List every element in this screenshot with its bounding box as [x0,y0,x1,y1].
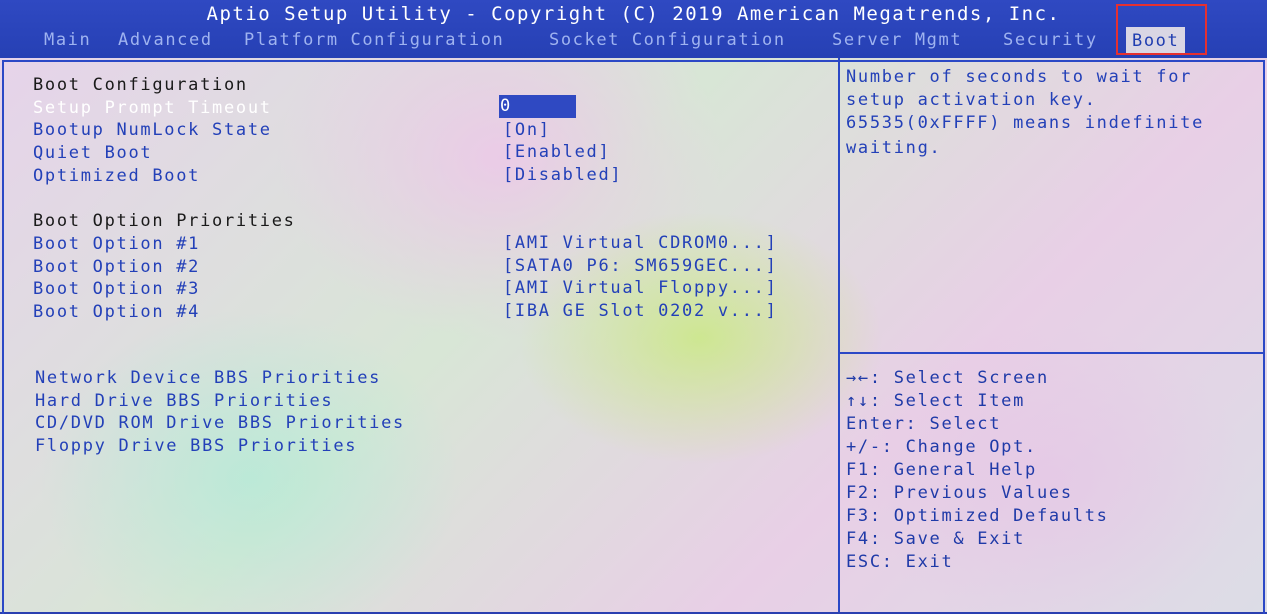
key-legend-optimized-defaults: F3: Optimized Defaults [846,506,1109,526]
boot-option-priorities-heading: Boot Option Priorities [33,211,296,231]
help-text-line: setup activation key. [846,90,1097,110]
optimized-boot-value[interactable]: [Disabled] [503,164,622,187]
setup-prompt-timeout-value[interactable]: 0 [499,95,576,118]
tab-bar: Main Advanced Platform Configuration Soc… [0,26,1267,56]
key-legend-select-screen: →←: Select Screen [846,368,1049,388]
help-text-line: Number of seconds to wait for [846,67,1193,87]
help-text-line: 65535(0xFFFF) means indefinite [846,113,1205,133]
help-divider [840,352,1265,354]
hard-drive-bbs-priorities-link[interactable]: Hard Drive BBS Priorities [35,390,333,413]
tab-security[interactable]: Security [1003,28,1098,52]
help-text-line: waiting. [846,138,942,158]
tab-socket-configuration[interactable]: Socket Configuration [549,28,786,52]
tab-platform-configuration[interactable]: Platform Configuration [244,28,504,52]
app-title: Aptio Setup Utility - Copyright (C) 2019… [206,3,1061,25]
header-bar: Aptio Setup Utility - Copyright (C) 2019… [0,0,1267,58]
main-panel: Boot Configuration Setup Prompt Timeout … [0,58,1267,614]
panel-frame [2,60,1265,614]
setup-prompt-timeout-label[interactable]: Setup Prompt Timeout [33,97,272,120]
bootup-numlock-state-label[interactable]: Bootup NumLock State [33,119,272,142]
boot-option-2-label[interactable]: Boot Option #2 [33,256,200,279]
vertical-divider [838,58,840,612]
boot-option-1-value[interactable]: [AMI Virtual CDROM0...] [503,232,778,255]
key-legend-change-opt: +/-: Change Opt. [846,437,1037,457]
floppy-drive-bbs-priorities-link[interactable]: Floppy Drive BBS Priorities [35,435,357,458]
optimized-boot-label[interactable]: Optimized Boot [33,165,200,188]
network-device-bbs-priorities-link[interactable]: Network Device BBS Priorities [35,367,381,390]
quiet-boot-label[interactable]: Quiet Boot [33,142,152,165]
tab-main[interactable]: Main [44,28,91,52]
boot-option-3-value[interactable]: [AMI Virtual Floppy...] [503,277,778,300]
cd-dvd-rom-drive-bbs-priorities-link[interactable]: CD/DVD ROM Drive BBS Priorities [35,412,405,435]
key-legend-esc-exit: ESC: Exit [846,552,954,572]
key-legend-enter-select: Enter: Select [846,414,1002,434]
key-legend-general-help: F1: General Help [846,460,1037,480]
bootup-numlock-state-value[interactable]: [On] [503,119,551,142]
boot-option-2-value[interactable]: [SATA0 P6: SM659GEC...] [503,255,778,278]
key-legend-previous-values: F2: Previous Values [846,483,1073,503]
boot-configuration-heading: Boot Configuration [33,75,248,95]
boot-option-3-label[interactable]: Boot Option #3 [33,278,200,301]
boot-option-1-label[interactable]: Boot Option #1 [33,233,200,256]
active-tab-highlight-box [1116,4,1207,55]
key-legend-save-exit: F4: Save & Exit [846,529,1026,549]
tab-advanced[interactable]: Advanced [118,28,213,52]
key-legend-select-item: ↑↓: Select Item [846,391,1026,411]
boot-option-4-label[interactable]: Boot Option #4 [33,301,200,324]
quiet-boot-value[interactable]: [Enabled] [503,141,610,164]
boot-option-4-value[interactable]: [IBA GE Slot 0202 v...] [503,300,778,323]
tab-server-mgmt[interactable]: Server Mgmt [832,28,962,52]
